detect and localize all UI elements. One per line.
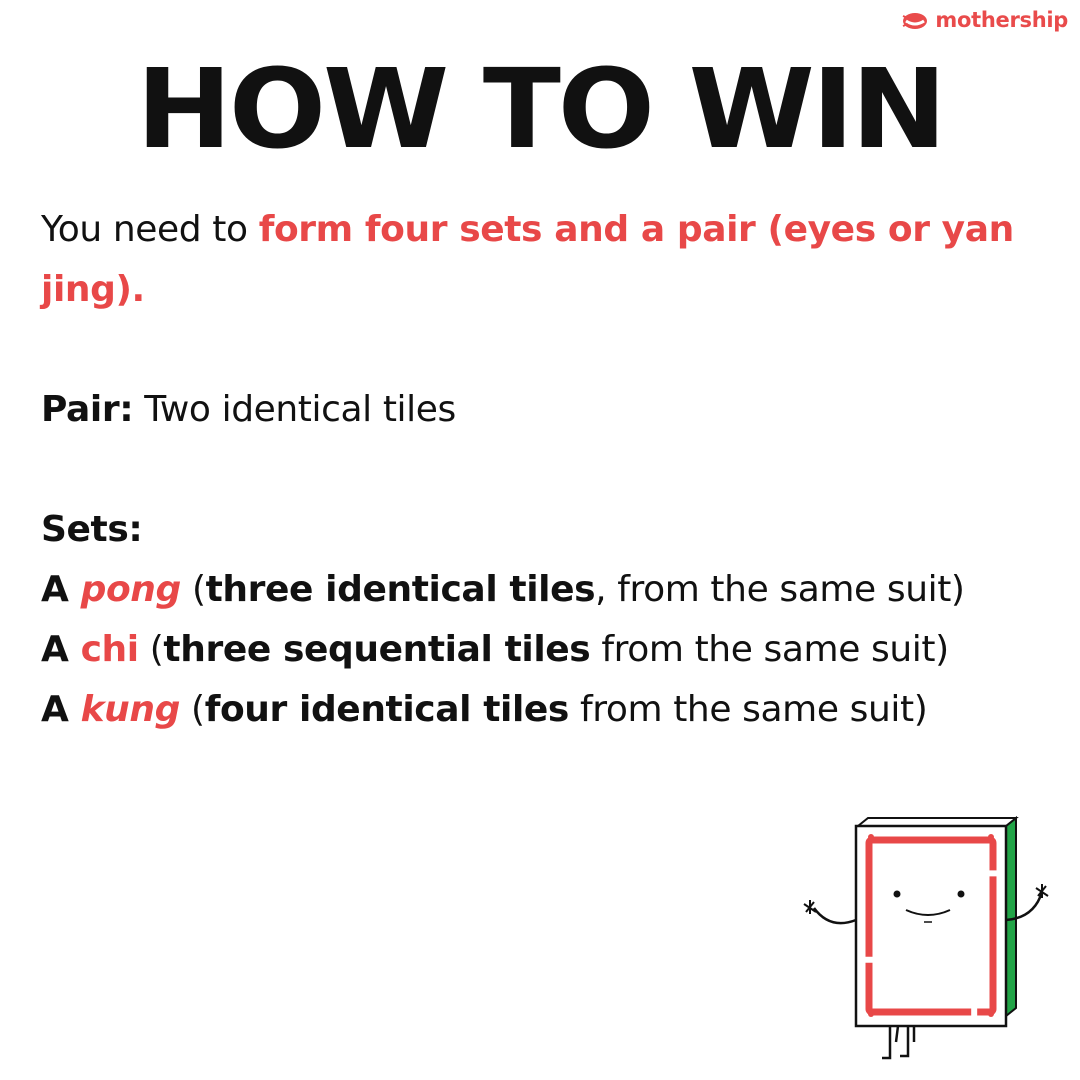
intro-lead: You need to <box>41 209 259 250</box>
set-item-chi: A chi (three sequential tiles from the s… <box>41 629 949 670</box>
intro-paragraph: You need to form four sets and a pair (e… <box>41 200 1051 320</box>
pair-label: Pair: <box>41 389 134 430</box>
sets-label: Sets: <box>41 509 143 550</box>
mahjong-tile-mascot-icon <box>803 815 1049 1060</box>
pair-text: Two identical tiles <box>133 389 456 430</box>
pair-paragraph: Pair: Two identical tiles <box>41 380 1051 440</box>
mothership-logo-icon <box>903 13 928 29</box>
term-chi: chi <box>80 629 140 670</box>
set-item-kung: A kung (four identical tiles from the sa… <box>41 689 928 730</box>
rules-text: You need to form four sets and a pair (e… <box>41 200 1051 740</box>
term-pong: pong <box>80 569 182 610</box>
set-item-pong: A pong (three identical tiles, from the … <box>41 569 965 610</box>
mothership-logo: mothership <box>901 8 1068 32</box>
page-title: HOW TO WIN <box>136 45 947 173</box>
term-kung: kung <box>80 689 181 730</box>
brand-name: mothership <box>935 8 1068 32</box>
